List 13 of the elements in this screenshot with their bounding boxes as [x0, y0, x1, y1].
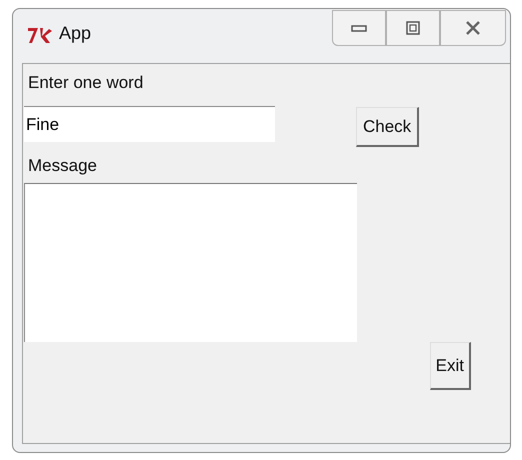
maximize-button[interactable] [386, 10, 440, 46]
window-title: App [59, 23, 92, 44]
word-label: Enter one word [28, 72, 144, 94]
check-button[interactable]: Check [356, 107, 420, 147]
exit-button[interactable]: Exit [430, 342, 471, 390]
close-button[interactable] [440, 10, 506, 46]
minimize-button[interactable] [332, 10, 386, 46]
maximize-icon [405, 20, 421, 36]
feather-logo-icon [27, 25, 53, 45]
minimize-icon [351, 23, 367, 33]
message-label: Message [28, 155, 97, 177]
close-icon [464, 20, 482, 36]
word-input-field[interactable]: Fine [24, 106, 275, 142]
